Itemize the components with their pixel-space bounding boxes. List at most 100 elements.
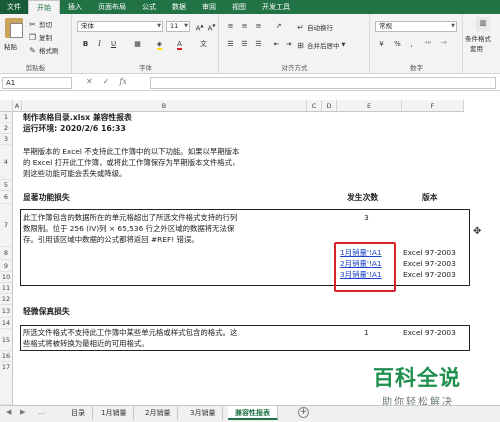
row-header[interactable]: 10 xyxy=(0,272,13,283)
tab-home[interactable]: 开始 xyxy=(28,0,60,14)
row-header[interactable]: 7 xyxy=(0,204,13,247)
tab-insert[interactable]: 插入 xyxy=(60,0,90,14)
sheet-tab-compat-report[interactable]: 兼容性报表 xyxy=(228,406,278,420)
orientation-button[interactable]: ↗ xyxy=(272,20,285,32)
sheet-tab-contents[interactable]: 目录 xyxy=(64,406,93,420)
column-header-a[interactable]: A xyxy=(13,100,22,112)
phonetic-button[interactable]: 文 xyxy=(197,38,210,50)
alignment-group: ≡ ≡ ≡ ↗ ↵ 自动换行 ☰ ☰ ☰ ⇤ ⇥ ⊞ 合并后居中 ▼ 对齐方式 xyxy=(220,14,370,74)
row-header[interactable]: 5 xyxy=(0,180,13,191)
column-header-f[interactable]: F xyxy=(402,100,464,112)
row-header[interactable]: 15 xyxy=(0,329,13,351)
enter-icon[interactable]: ✓ xyxy=(103,77,110,86)
shrink-font-button[interactable]: A▼ xyxy=(205,20,218,32)
row-header[interactable]: 16 xyxy=(0,351,13,362)
row-header[interactable]: 17 xyxy=(0,362,13,405)
tab-data[interactable]: 数据 xyxy=(164,0,194,14)
row-header[interactable]: 11 xyxy=(0,283,13,294)
align-middle-button[interactable]: ≡ xyxy=(238,20,251,32)
column-header-b[interactable]: B xyxy=(22,100,307,112)
column-header-c[interactable]: C xyxy=(307,100,322,112)
format-as-table-button[interactable]: 套用 xyxy=(470,43,483,53)
paste-button[interactable]: 粘贴 xyxy=(4,41,17,51)
align-right-button[interactable]: ☰ xyxy=(252,38,265,50)
increase-indent-button[interactable]: ⇥ xyxy=(282,38,295,50)
align-left-button[interactable]: ☰ xyxy=(224,38,237,50)
row-header[interactable]: 4 xyxy=(0,145,13,180)
sheet-tab-bar: ◀ ▶ … 目录 1月销量 2月销量 3月销量 兼容性报表 + xyxy=(0,405,500,422)
tab-formulas[interactable]: 公式 xyxy=(134,0,164,14)
underline-button[interactable]: U xyxy=(107,38,120,50)
border-button[interactable]: ▦ xyxy=(131,38,144,50)
font-group: 宋体 ▼ 11 ▼ A▲ A▼ B I U ▦ ◈ A 文 字体 xyxy=(73,14,219,74)
bold-button[interactable]: B xyxy=(79,38,92,50)
row-header[interactable]: 3 xyxy=(0,134,13,145)
column-header-e[interactable]: E xyxy=(337,100,402,112)
name-box[interactable]: A1 xyxy=(2,77,72,89)
sheet-tab-feb[interactable]: 2月销量 xyxy=(138,406,179,420)
row-header[interactable]: 8 xyxy=(0,247,13,260)
align-bottom-button[interactable]: ≡ xyxy=(252,20,265,32)
insert-function-button[interactable]: fx xyxy=(119,77,126,86)
cut-button[interactable]: ✂ 剪切 xyxy=(28,19,52,30)
row-header[interactable]: 14 xyxy=(0,318,13,329)
select-all-corner[interactable] xyxy=(0,100,13,112)
row-header[interactable]: 12 xyxy=(0,294,13,305)
column-header-d[interactable]: D xyxy=(322,100,337,112)
font-name-select[interactable]: 宋体 ▼ xyxy=(77,21,163,32)
clipboard-group: 粘贴 ✂ 剪切 ❐ 复制 ✎ 格式刷 剪贴板 xyxy=(0,14,72,74)
more-sheets-icon[interactable]: … xyxy=(38,408,45,416)
formula-input[interactable] xyxy=(150,77,496,89)
minor-version-cell: Excel 97-2003 xyxy=(403,328,456,337)
link-mar-sales[interactable]: 3月销量'!A1 xyxy=(340,269,382,280)
link-jan-sales[interactable]: 1月销量'!A1 xyxy=(340,247,382,258)
wrap-text-button[interactable]: ↵ 自动换行 xyxy=(296,22,333,33)
merge-center-button[interactable]: ⊞ 合并后居中 ▼ xyxy=(296,40,345,51)
comma-button[interactable]: , xyxy=(405,38,418,50)
scissors-icon: ✂ xyxy=(29,19,36,29)
add-sheet-button[interactable]: + xyxy=(298,407,309,418)
align-top-button[interactable]: ≡ xyxy=(224,20,237,32)
fill-bucket-icon: ◈ xyxy=(156,40,163,50)
percent-button[interactable]: % xyxy=(391,38,404,50)
scroll-right-icon[interactable]: ▶ xyxy=(20,408,25,416)
copy-icon: ❐ xyxy=(28,32,37,42)
font-size-select[interactable]: 11 ▼ xyxy=(166,21,190,32)
scroll-left-icon[interactable]: ◀ xyxy=(6,408,11,416)
fill-color-button[interactable]: ◈ xyxy=(153,38,166,50)
number-format-select[interactable]: 常规 ▼ xyxy=(375,21,457,32)
row-header[interactable]: 13 xyxy=(0,305,13,318)
formula-buttons: ✕ ✓ fx xyxy=(86,77,127,86)
italic-button[interactable]: I xyxy=(93,38,106,50)
row-header[interactable]: 2 xyxy=(0,123,13,134)
row-header[interactable]: 9 xyxy=(0,260,13,272)
currency-button[interactable]: ¥ xyxy=(375,38,388,50)
tab-review[interactable]: 审阅 xyxy=(194,0,224,14)
clipboard-group-label: 剪贴板 xyxy=(25,64,46,72)
tab-file[interactable]: 文件 xyxy=(0,0,28,14)
minor-occurrence-count: 1 xyxy=(364,328,369,337)
link-feb-sales[interactable]: 2月销量'!A1 xyxy=(340,258,382,269)
tab-view[interactable]: 视图 xyxy=(224,0,254,14)
decrease-decimal-button[interactable]: ⁻⁰ xyxy=(437,38,450,50)
row-header[interactable]: 6 xyxy=(0,191,13,204)
tab-page-layout[interactable]: 页面布局 xyxy=(90,0,134,14)
cancel-icon[interactable]: ✕ xyxy=(86,77,93,86)
version-cell: Excel 97-2003 xyxy=(403,270,456,279)
font-color-button[interactable]: A xyxy=(173,38,186,50)
ribbon: 粘贴 ✂ 剪切 ❐ 复制 ✎ 格式刷 剪贴板 宋体 ▼ 11 ▼ A▲ A▼ B I U … xyxy=(0,14,500,74)
version-cell: Excel 97-2003 xyxy=(403,259,456,268)
conditional-format-button[interactable]: 条件格式 xyxy=(465,33,491,43)
issue-description-line-2: 数限制。位于 256 (IV)列 × 65,536 行之外区域的数据将无法保 xyxy=(23,224,235,233)
align-center-button[interactable]: ☰ xyxy=(238,38,251,50)
copy-button[interactable]: ❐ 复制 xyxy=(28,32,52,43)
row-header[interactable]: 1 xyxy=(0,112,13,123)
sheet-tab-jan[interactable]: 1月销量 xyxy=(94,406,135,420)
watermark-title: 百科全说 xyxy=(373,366,461,390)
paste-icon[interactable] xyxy=(5,18,23,38)
sheet-tab-mar[interactable]: 3月销量 xyxy=(183,406,224,420)
tab-developer[interactable]: 开发工具 xyxy=(254,0,298,14)
run-environment: 运行环境: 2020/2/6 16:33 xyxy=(23,124,126,133)
format-painter-button[interactable]: ✎ 格式刷 xyxy=(28,45,58,56)
increase-decimal-button[interactable]: ⁺⁰ xyxy=(421,38,434,50)
